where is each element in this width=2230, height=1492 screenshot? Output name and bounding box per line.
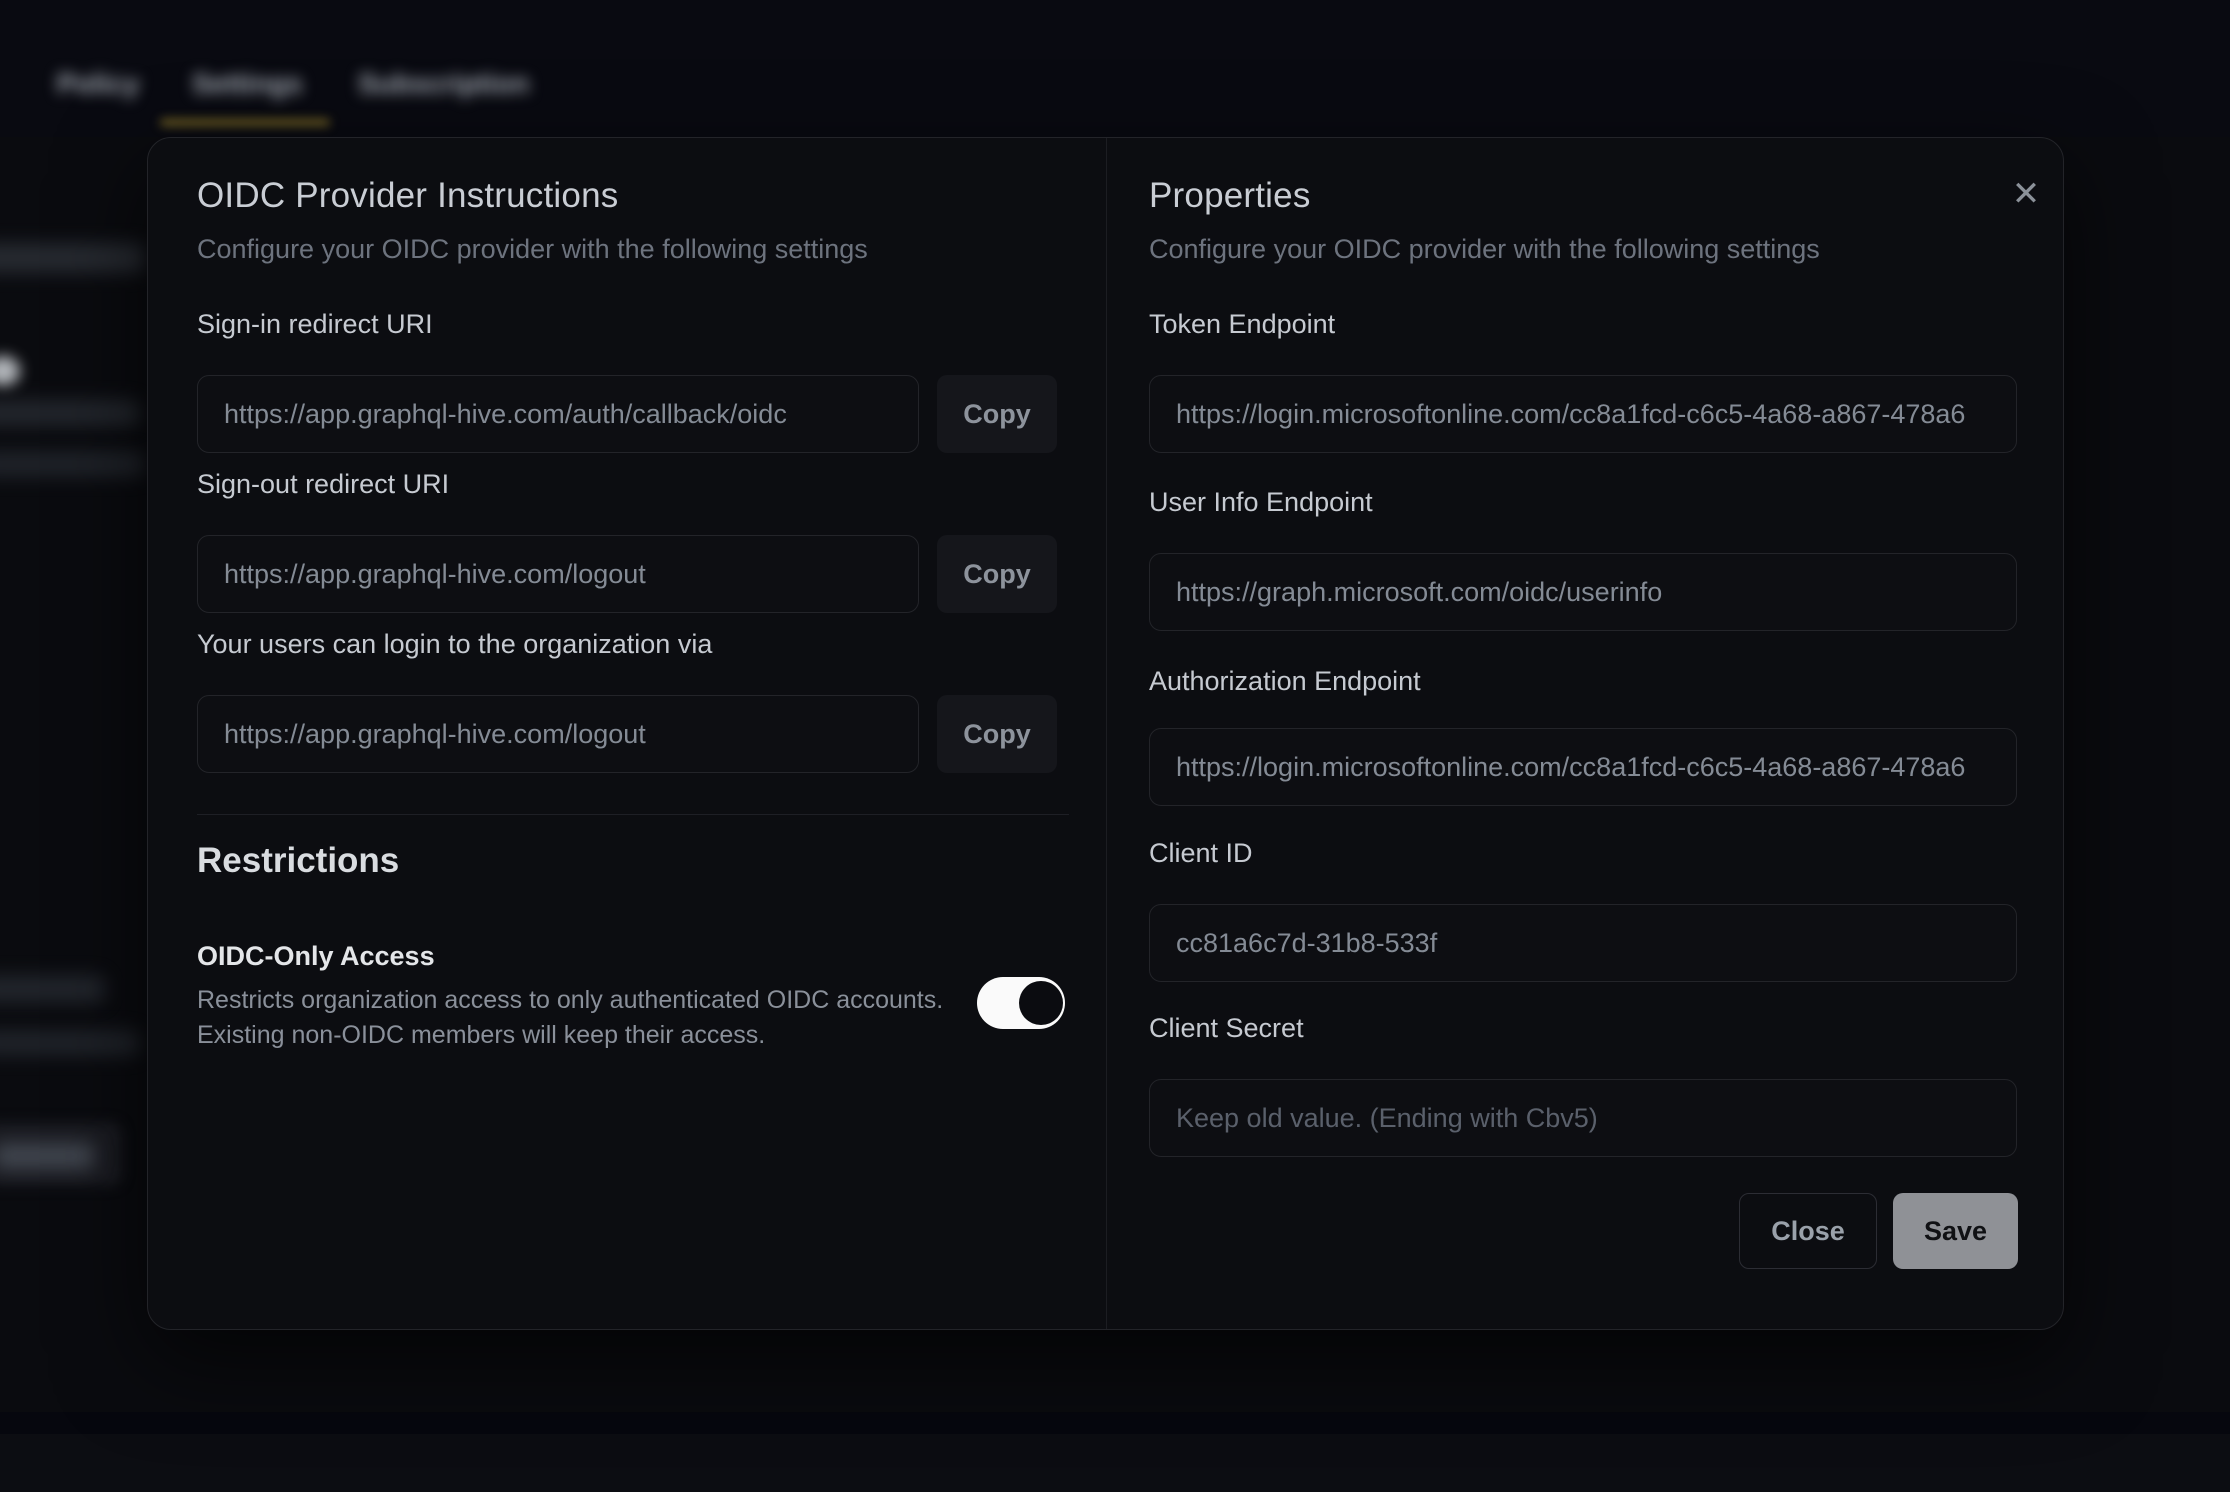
save-button[interactable]: Save xyxy=(1893,1193,2018,1269)
background-blur-text xyxy=(0,1030,140,1056)
user-info-endpoint-input[interactable]: https://graph.microsoft.com/oidc/userinf… xyxy=(1149,553,2017,631)
client-secret-input[interactable] xyxy=(1149,1079,2017,1157)
oidc-settings-modal: OIDC Provider Instructions Configure you… xyxy=(147,137,2064,1330)
background-blur-button-label xyxy=(0,1143,94,1169)
background-blur-text xyxy=(0,975,105,1003)
copy-sign-out-button[interactable]: Copy xyxy=(937,535,1057,613)
client-id-label: Client ID xyxy=(1149,838,1253,869)
footer-area xyxy=(0,1434,2230,1492)
tab-policy[interactable]: Policy xyxy=(57,58,139,110)
properties-subtitle: Configure your OIDC provider with the fo… xyxy=(1149,234,1820,265)
token-endpoint-input[interactable]: https://login.microsoftonline.com/cc8a1f… xyxy=(1149,375,2017,453)
login-via-input[interactable]: https://app.graphql-hive.com/logout xyxy=(197,695,919,773)
footer-band xyxy=(0,1412,2230,1434)
toggle-knob xyxy=(1019,981,1063,1025)
background-blur-text xyxy=(0,243,145,273)
active-tab-underline xyxy=(160,119,330,126)
instructions-subtitle: Configure your OIDC provider with the fo… xyxy=(197,234,868,265)
restrictions-title: Restrictions xyxy=(197,841,399,881)
tab-subscription[interactable]: Subscription xyxy=(358,58,529,110)
oidc-only-toggle[interactable] xyxy=(977,977,1065,1029)
background-blur-text xyxy=(0,451,145,477)
sign-in-redirect-label: Sign-in redirect URI xyxy=(197,309,433,340)
client-secret-label: Client Secret xyxy=(1149,1013,1304,1044)
column-divider xyxy=(1106,138,1107,1329)
tab-settings[interactable]: Settings xyxy=(192,58,302,110)
copy-sign-in-button[interactable]: Copy xyxy=(937,375,1057,453)
close-icon[interactable]: ✕ xyxy=(2006,174,2046,214)
copy-login-via-button[interactable]: Copy xyxy=(937,695,1057,773)
user-info-endpoint-label: User Info Endpoint xyxy=(1149,487,1373,518)
background-blur-text xyxy=(0,400,140,426)
oidc-only-access-label: OIDC-Only Access xyxy=(197,941,435,972)
section-divider xyxy=(197,814,1069,815)
oidc-only-access-description-1: Restricts organization access to only au… xyxy=(197,983,943,1018)
sign-in-redirect-input[interactable]: https://app.graphql-hive.com/auth/callba… xyxy=(197,375,919,453)
authorization-endpoint-input[interactable]: https://login.microsoftonline.com/cc8a1f… xyxy=(1149,728,2017,806)
oidc-only-access-description-2: Existing non-OIDC members will keep thei… xyxy=(197,1018,765,1053)
background-blur-dot xyxy=(0,356,20,386)
close-button[interactable]: Close xyxy=(1739,1193,1877,1269)
token-endpoint-label: Token Endpoint xyxy=(1149,309,1335,340)
instructions-title: OIDC Provider Instructions xyxy=(197,176,618,216)
sign-out-redirect-input[interactable]: https://app.graphql-hive.com/logout xyxy=(197,535,919,613)
properties-title: Properties xyxy=(1149,176,1311,216)
authorization-endpoint-label: Authorization Endpoint xyxy=(1149,666,1421,697)
sign-out-redirect-label: Sign-out redirect URI xyxy=(197,469,449,500)
login-via-label: Your users can login to the organization… xyxy=(197,629,712,660)
tab-bar: Policy Settings Subscription xyxy=(0,58,2230,118)
client-id-input[interactable]: cc81a6c7d-31b8-533f xyxy=(1149,904,2017,982)
screen: Policy Settings Subscription OIDC Provid… xyxy=(0,0,2230,1492)
